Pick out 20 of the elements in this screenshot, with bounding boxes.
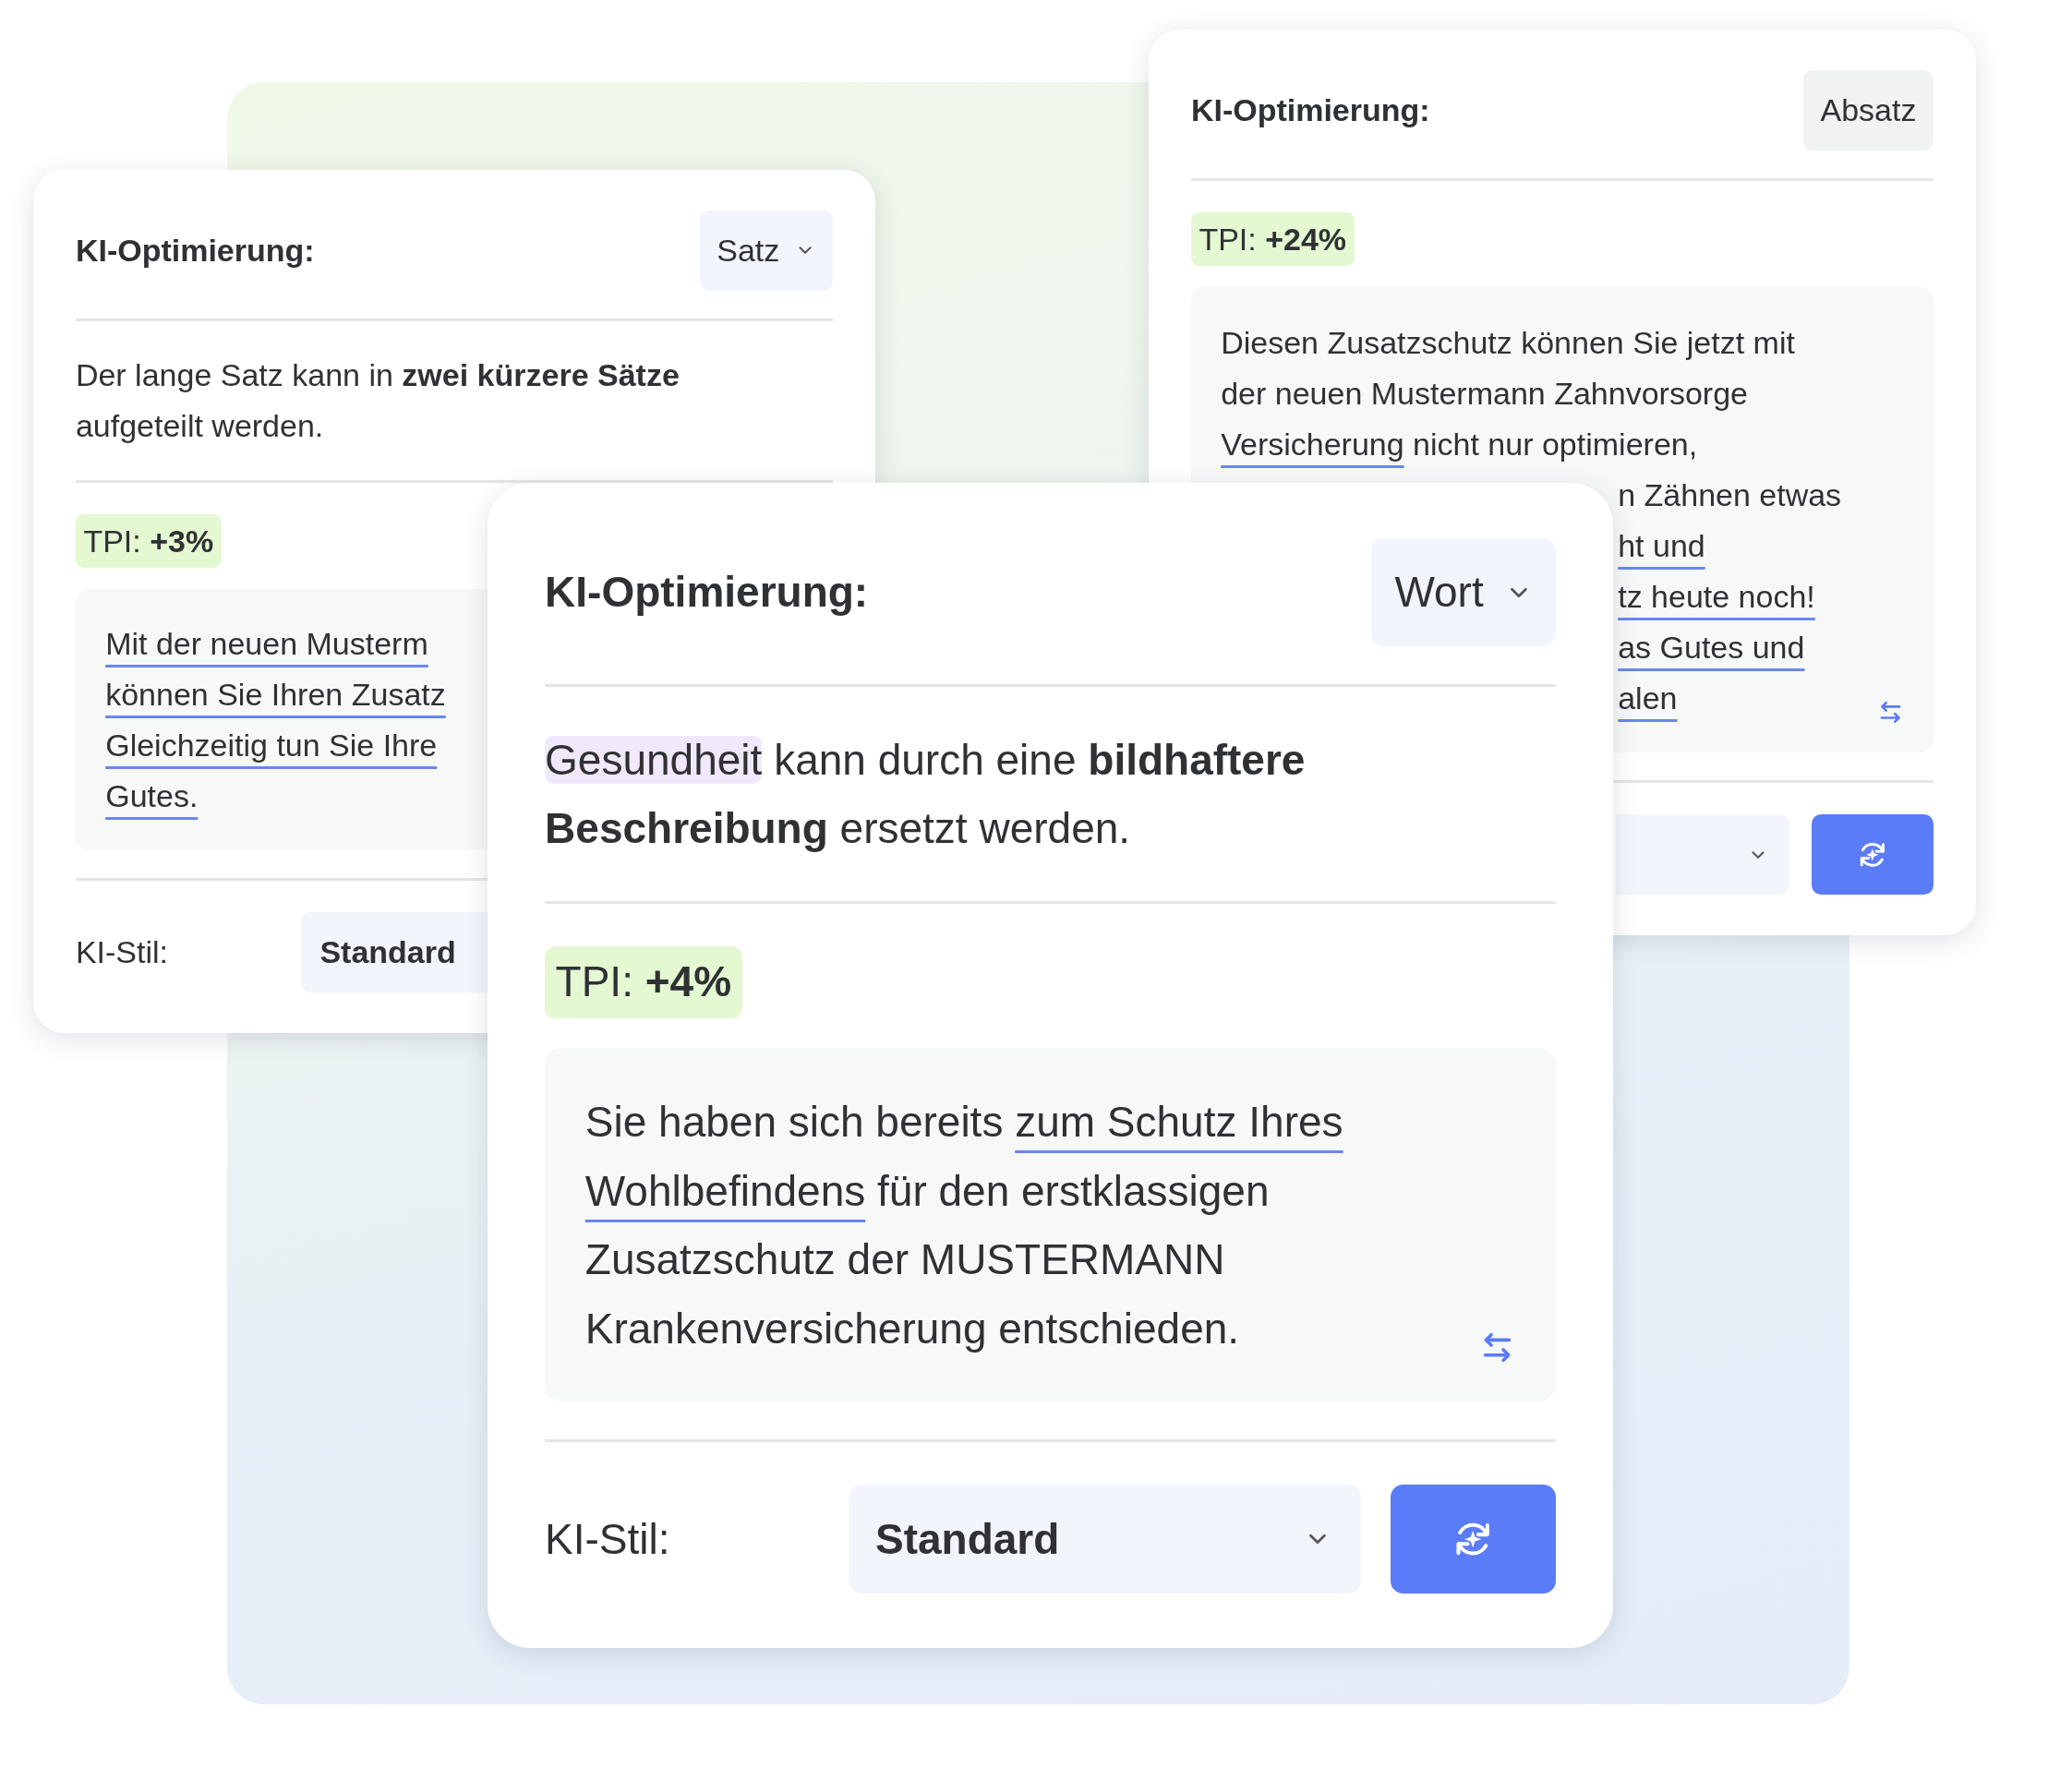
mode-dropdown[interactable]: Wort — [1371, 537, 1556, 647]
mode-dropdown[interactable]: Absatz — [1802, 70, 1934, 150]
style-label: KI-Stil: — [75, 934, 169, 971]
suggestion-text: Sie haben sich bereits zum Schutz Ihres Wohlbefindens für den erstklassigen Zusatzschutz der MUSTERMANN Krankenversicherung entschieden. — [584, 1097, 1343, 1354]
card-title: KI-Optimierung: — [75, 233, 315, 270]
style-dropdown[interactable]: Standard — [301, 912, 488, 993]
style-dropdown[interactable]: Standard — [849, 1485, 1362, 1594]
refresh-button[interactable] — [1390, 1485, 1556, 1594]
mode-dropdown[interactable]: Satz — [699, 210, 834, 291]
suggestion-text: Mit der neuen Musterm können Sie Ihren Zusatz Gleichzeitig tun Sie Ihre Gutes. — [105, 625, 446, 816]
card-title: KI-Optimierung: — [1190, 92, 1430, 129]
suggestion-hint: Der lange Satz kann in zwei kürzere Sätze aufgeteilt werden. — [75, 356, 681, 446]
card-title: KI-Optimierung: — [545, 567, 869, 618]
suggestion-text: n Zähnen etwas ht und tz heute noch! as Gutes und alen — [1618, 475, 1842, 718]
suggestion-hint: Gesundheit kann durch eine bildhaftere Beschreibung ersetzt werden. — [545, 734, 1307, 855]
tpi-badge: TPI: +4% — [545, 946, 742, 1019]
refresh-button[interactable] — [1811, 814, 1934, 896]
style-label: KI-Stil: — [545, 1513, 671, 1564]
tpi-badge: TPI: +3% — [75, 513, 222, 568]
tpi-badge: TPI: +24% — [1190, 212, 1355, 267]
